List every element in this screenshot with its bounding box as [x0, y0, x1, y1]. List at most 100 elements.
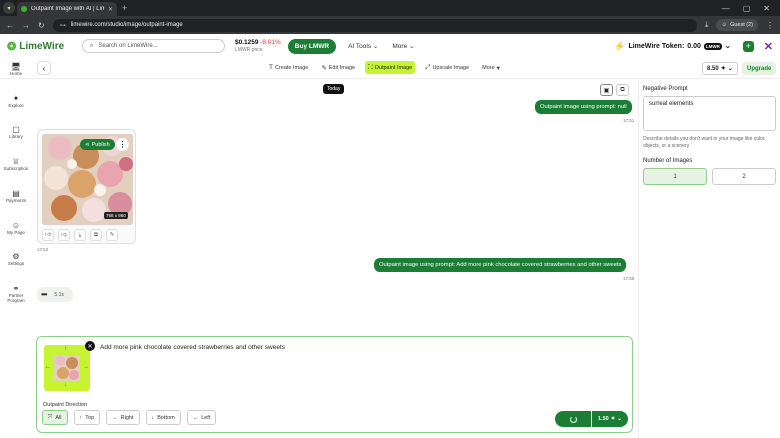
close-icon: ✕ [87, 343, 93, 350]
message-time: 17:55 [623, 276, 635, 281]
tool-create-image[interactable]: T Create Image [266, 61, 311, 74]
account-icon[interactable]: ✕ [764, 40, 773, 53]
chevron-down-icon: ▾ [496, 64, 500, 72]
message-time: 17:51 [623, 118, 635, 123]
image-more-button[interactable]: ⋮ [116, 138, 129, 151]
url-text: limewire.com/studio/image/outpaint-image [70, 22, 183, 28]
sidebar-item-home[interactable]: 🖥 Home [0, 62, 32, 77]
sidebar-item-settings[interactable]: ⚙ Settings [0, 253, 32, 267]
direction-bottom-button[interactable]: ↓ Bottom [145, 410, 181, 425]
new-tab-button[interactable]: + [122, 3, 127, 13]
direction-top-button[interactable]: ↑ Top [73, 410, 101, 425]
site-info-icon[interactable]: ⊶ [60, 22, 66, 29]
token-price: $0.1259 -8.01% LMWR price [235, 39, 281, 54]
monitor-icon: 🖥 [10, 62, 22, 71]
create-plus-button[interactable]: + [742, 40, 754, 52]
spinner-icon [569, 415, 577, 423]
search-placeholder: Search on LimeWire... [98, 43, 158, 49]
search-input[interactable]: ⌕ Search on LimeWire... [82, 39, 225, 53]
direction-left-button[interactable]: ← Left [186, 410, 217, 425]
like-icon[interactable]: 👍︎ [42, 229, 54, 241]
url-field[interactable]: ⊶ limewire.com/studio/image/outpaint-ima… [52, 18, 697, 32]
back-icon[interactable]: ← [6, 21, 14, 30]
price-sub: LMWR price [235, 46, 263, 53]
chevron-down-icon: ⌄ [724, 43, 731, 50]
prompt-box: ↑ ↓ ← → ✕ Add more pink chocolate covere… [36, 336, 633, 433]
sidebar-item-library[interactable]: ▢ Library [0, 125, 32, 140]
upscale-icon: ⤢ [425, 63, 431, 71]
profile-icon: ☺ [721, 22, 728, 28]
nav-ai-tools[interactable]: AI Tools ⌄ [348, 42, 378, 50]
bolt-icon: ⚡ [614, 40, 626, 51]
user-icon: ☺ [11, 221, 21, 230]
sidebar-item-my-page[interactable]: ☺ My Page [0, 221, 32, 236]
forward-icon[interactable]: → [22, 21, 30, 30]
tab-search-icon[interactable]: ▾ [3, 2, 15, 14]
window-controls: — ▢ ✕ [722, 4, 780, 16]
chat-view-icon[interactable]: ▣ [600, 84, 613, 96]
browser-menu-icon[interactable]: ⋮ [766, 21, 774, 30]
sidebar-item-partner-program[interactable]: ⚭ Partner Program [0, 285, 32, 304]
tab-close-icon[interactable]: ✕ [108, 6, 113, 13]
result-image-card: ⋖ Publish ⋮ 768 x 960 👍︎ 👎︎ ⤓ ⧉ ✎ [37, 129, 136, 244]
expand-icon: ⤧ [48, 414, 53, 420]
prompt-input[interactable]: Add more pink chocolate covered strawber… [100, 344, 285, 351]
token-label: LimeWire Token: [628, 42, 685, 50]
download-icon[interactable]: ⤓ [74, 229, 86, 241]
tool-tabs: T Create Image ✎ Edit Image ⛶ Outpaint Imag… [266, 61, 503, 74]
source-image-thumbnail[interactable]: ↑ ↓ ← → [44, 345, 90, 391]
maximize-icon[interactable]: ▢ [743, 4, 751, 13]
chevron-down-icon: ⌄ [727, 66, 733, 72]
sidebar-item-explore[interactable]: ✦ Explore [0, 95, 32, 109]
arrow-up-icon: ↑ [79, 414, 83, 421]
chevron-left-icon: ‹ [42, 63, 46, 73]
tool-upscale-image[interactable]: ⤢ Upscale Image [422, 61, 472, 74]
tool-edit-image[interactable]: ✎ Edit Image [318, 61, 358, 74]
user-message: Outpaint image using prompt: Add more pi… [374, 258, 627, 272]
remove-image-button[interactable]: ✕ [85, 341, 95, 351]
brand-logo[interactable]: ❂ LimeWire [7, 40, 79, 53]
dislike-icon[interactable]: 👎︎ [58, 229, 70, 241]
edit-icon[interactable]: ✎ [106, 229, 118, 241]
negative-prompt-input[interactable]: surreal elements [643, 96, 776, 131]
publish-button[interactable]: ⋖ Publish [80, 139, 115, 150]
direction-right-button[interactable]: → Right [106, 410, 140, 425]
browser-tab[interactable]: Outpaint Image with AI | LimeW ✕ [17, 2, 117, 16]
number-of-images-label: Number of Images [643, 158, 693, 164]
sidebar-item-payments[interactable]: ▤ Payments [0, 190, 32, 204]
limewire-logo-icon: ❂ [7, 40, 17, 53]
back-button[interactable]: ‹ [37, 61, 51, 75]
share-icon: ⋖ [85, 141, 90, 148]
library-icon: ▢ [12, 125, 20, 134]
num-images-option-2[interactable]: 2 [712, 168, 776, 185]
direction-options: ⤧ All ↑ Top → Right ↓ Bottom ← Left [42, 410, 217, 425]
close-window-icon[interactable]: ✕ [763, 4, 770, 13]
minimize-icon[interactable]: — [722, 4, 730, 13]
loading-dots-icon: ••• [41, 290, 47, 299]
copy-icon[interactable]: ⧉ [90, 229, 102, 241]
user-message: Outpaint image using prompt: null [535, 100, 632, 114]
generating-indicator: ••• 5.1s [37, 287, 73, 302]
download-icon[interactable]: ⤓ [705, 20, 709, 30]
text-icon: T [269, 64, 273, 71]
upgrade-button[interactable]: Upgrade [742, 62, 777, 75]
search-icon: ⌕ [90, 42, 94, 49]
gallery-view-icon[interactable]: ⧉ [616, 84, 629, 96]
credits-dropdown[interactable]: 8.50 ✦ ⌄ [702, 62, 738, 75]
credit-cost-dropdown[interactable]: 1.50 ✦ ⌄ [592, 411, 628, 427]
favicon-icon [21, 6, 27, 12]
generate-button[interactable] [555, 411, 591, 427]
tab-title: Outpaint Image with AI | LimeW [31, 6, 104, 12]
direction-all-button[interactable]: ⤧ All [42, 410, 68, 425]
nav-more[interactable]: More ⌄ [392, 42, 414, 50]
reload-icon[interactable]: ↻ [38, 21, 45, 30]
num-images-option-1[interactable]: 1 [643, 168, 707, 185]
tool-outpaint-image[interactable]: ⛶ Outpaint Image [365, 61, 416, 74]
arrow-up-icon: ↑ [64, 346, 67, 352]
buy-lmwr-button[interactable]: Buy LMWR [287, 38, 337, 54]
tool-more[interactable]: More ▾ [479, 61, 503, 74]
sidebar-item-subscription[interactable]: ♕ Subscription [0, 158, 32, 172]
profile-button[interactable]: ☺ Guest (2) [716, 19, 758, 31]
arrow-left-icon: ← [192, 414, 199, 421]
token-balance[interactable]: ⚡ LimeWire Token: 0.00 LMWR ⌄ [614, 41, 731, 52]
